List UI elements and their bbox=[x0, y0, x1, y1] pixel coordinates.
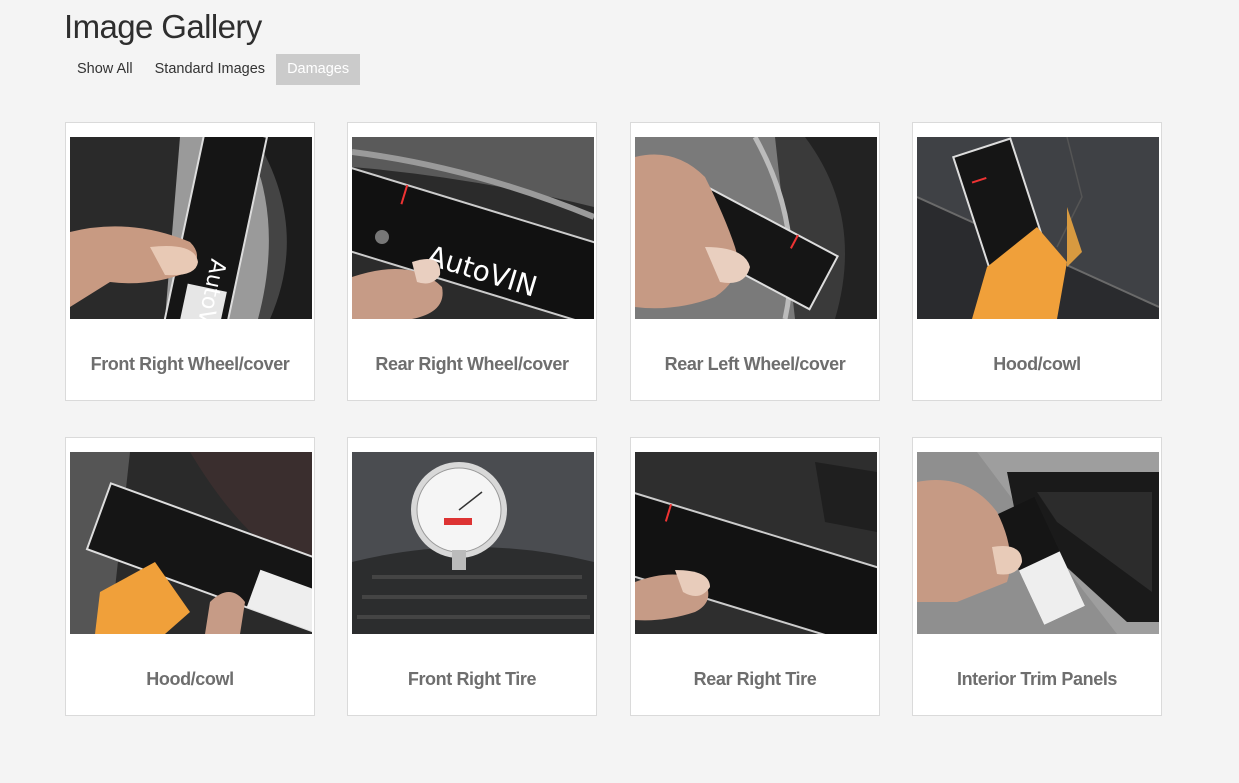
gallery-card[interactable]: Rear Left Wheel/cover bbox=[630, 122, 880, 401]
page: Image Gallery Show All Standard Images D… bbox=[0, 0, 1239, 783]
gallery-photo[interactable] bbox=[635, 137, 877, 319]
gallery-caption: Front Right Wheel/cover bbox=[90, 354, 290, 374]
gallery-photo[interactable]: AutoVIN bbox=[352, 137, 594, 319]
gallery-card[interactable]: Hood/cowl bbox=[65, 437, 315, 716]
gallery-caption: Hood/cowl bbox=[146, 669, 234, 689]
filter-damages[interactable]: Damages bbox=[276, 54, 361, 85]
gallery-photo[interactable] bbox=[352, 452, 594, 634]
gallery-card[interactable]: Front Right Tire bbox=[347, 437, 597, 716]
gallery-card[interactable]: Hood/cowl bbox=[912, 122, 1162, 401]
filter-show-all[interactable]: Show All bbox=[66, 54, 144, 85]
page-title: Image Gallery bbox=[64, 8, 262, 45]
gallery-photo[interactable] bbox=[635, 452, 877, 634]
gallery-card[interactable]: Interior Trim Panels bbox=[912, 437, 1162, 716]
gallery-caption: Interior Trim Panels bbox=[956, 669, 1118, 689]
gallery-caption: Rear Left Wheel/cover bbox=[664, 354, 846, 374]
filter-standard-images[interactable]: Standard Images bbox=[144, 54, 276, 85]
gallery-photo[interactable] bbox=[917, 137, 1159, 319]
gallery-caption: Rear Right Tire bbox=[693, 669, 817, 689]
gallery-card[interactable]: Rear Right Tire bbox=[630, 437, 880, 716]
filter-tabs: Show All Standard Images Damages bbox=[66, 54, 361, 85]
gallery-card[interactable]: AutoVIN Front Right Wheel/cover bbox=[65, 122, 315, 401]
gallery-caption: Front Right Tire bbox=[407, 669, 537, 689]
gallery-photo[interactable] bbox=[917, 452, 1159, 634]
gallery-card[interactable]: AutoVIN Rear Right Wheel/cover bbox=[347, 122, 597, 401]
gallery-caption: Rear Right Wheel/cover bbox=[375, 354, 569, 374]
gallery-photo[interactable] bbox=[70, 452, 312, 634]
gallery-caption: Hood/cowl bbox=[993, 354, 1081, 374]
gallery-photo[interactable]: AutoVIN bbox=[70, 137, 312, 319]
